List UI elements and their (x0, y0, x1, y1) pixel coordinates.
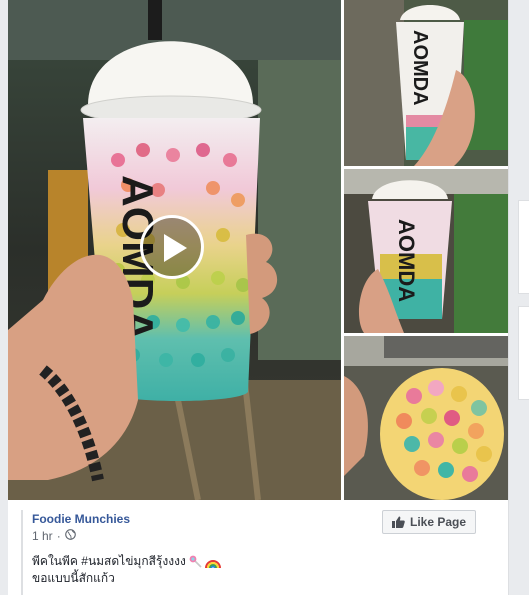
svg-text:AOMDA: AOMDA (394, 219, 419, 302)
photo-thumbnail-2[interactable]: AOMDA (344, 169, 508, 333)
post-meta: 1 hr · (32, 529, 76, 543)
photo-thumbnail-1[interactable]: AOMDA (344, 0, 508, 166)
rainbow-icon (205, 554, 222, 569)
lollipop-icon (189, 555, 202, 568)
post-text: พีคในพีค #นมสดไข่มุกสีรุ้งงงง ขอแบบนี้สั… (32, 553, 362, 587)
cup-photo-2: AOMDA (344, 169, 508, 333)
photo-thumbnail-3[interactable] (344, 336, 508, 500)
globe-icon[interactable] (64, 529, 76, 543)
post-card: AOMDA AOMDA AOMDA Foodie Munchies 1 hr ·… (8, 0, 509, 595)
meta-separator: · (56, 529, 61, 543)
right-sidebar-card-edge (518, 306, 529, 400)
cup-photo-3 (344, 336, 508, 500)
right-sidebar-card-edge (518, 200, 529, 294)
post-text-line-2: ขอแบบนี้สักแก้ว (32, 571, 115, 585)
media-grid: AOMDA AOMDA AOMDA (8, 0, 508, 500)
post-footer: Foodie Munchies 1 hr · พีคในพีค #นมสดไข่… (8, 500, 508, 595)
like-page-button[interactable]: Like Page (382, 510, 476, 534)
svg-text:AOMDA: AOMDA (409, 30, 431, 106)
like-thumb-icon (391, 516, 405, 528)
like-page-label: Like Page (409, 515, 467, 529)
page-name-link[interactable]: Foodie Munchies (32, 512, 130, 526)
post-text-line-1: พีคในพีค #นมสดไข่มุกสีรุ้งงงง (32, 554, 186, 568)
timestamp[interactable]: 1 hr (32, 529, 53, 543)
play-icon (164, 234, 187, 262)
main-video[interactable]: AOMDA (8, 0, 341, 500)
cup-photo-1: AOMDA (344, 0, 508, 166)
divider (21, 510, 23, 595)
play-button[interactable] (140, 215, 204, 279)
